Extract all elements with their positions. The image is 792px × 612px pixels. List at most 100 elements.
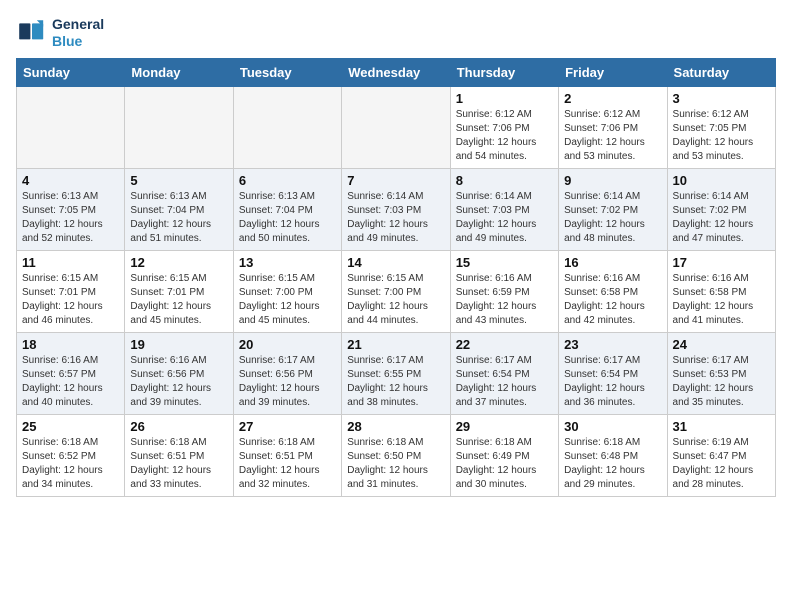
calendar-cell: 14 Sunrise: 6:15 AM Sunset: 7:00 PM Dayli… — [342, 250, 450, 332]
calendar-cell: 28 Sunrise: 6:18 AM Sunset: 6:50 PM Dayli… — [342, 414, 450, 496]
day-header-wednesday: Wednesday — [342, 58, 450, 86]
calendar-cell: 17Sunrise: 6:16 AM Sunset: 6:58 PM Dayli… — [667, 250, 775, 332]
calendar-header-row: SundayMondayTuesdayWednesdayThursdayFrid… — [17, 58, 776, 86]
day-number: 6 — [239, 173, 336, 188]
calendar-cell: 3 Sunrise: 6:12 AM Sunset: 7:05 PM Daylig… — [667, 86, 775, 168]
day-number: 23 — [564, 337, 661, 352]
day-info: Sunrise: 6:17 AM Sunset: 6:54 PM Dayligh… — [564, 354, 661, 410]
logo: General Blue — [16, 16, 104, 50]
day-number: 2 — [564, 91, 661, 106]
calendar-cell — [17, 86, 125, 168]
calendar-cell — [125, 86, 233, 168]
day-info: Sunrise: 6:18 AM Sunset: 6:52 PM Dayligh… — [22, 436, 119, 492]
day-number: 25 — [22, 419, 119, 434]
calendar-cell: 24 Sunrise: 6:17 AM Sunset: 6:53 PM Dayli… — [667, 332, 775, 414]
day-number: 26 — [130, 419, 227, 434]
calendar-cell: 12 Sunrise: 6:15 AM Sunset: 7:01 PM Dayli… — [125, 250, 233, 332]
day-info: Sunrise: 6:12 AM Sunset: 7:05 PM Dayligh… — [673, 108, 770, 164]
day-number: 1 — [456, 91, 553, 106]
day-number: 27 — [239, 419, 336, 434]
day-number: 31 — [673, 419, 770, 434]
day-info: Sunrise: 6:15 AM Sunset: 7:01 PM Dayligh… — [22, 272, 119, 328]
day-info: Sunrise: 6:17 AM Sunset: 6:55 PM Dayligh… — [347, 354, 444, 410]
day-header-tuesday: Tuesday — [233, 58, 341, 86]
day-info: Sunrise: 6:15 AM Sunset: 7:00 PM Dayligh… — [347, 272, 444, 328]
day-number: 18 — [22, 337, 119, 352]
calendar-cell — [233, 86, 341, 168]
day-info: Sunrise: 6:13 AM Sunset: 7:04 PM Dayligh… — [130, 190, 227, 246]
calendar-cell: 16 Sunrise: 6:16 AM Sunset: 6:58 PM Dayli… — [559, 250, 667, 332]
day-number: 30 — [564, 419, 661, 434]
logo-text: General Blue — [52, 16, 104, 50]
logo-icon — [16, 17, 48, 49]
day-number: 16 — [564, 255, 661, 270]
day-info: Sunrise: 6:18 AM Sunset: 6:50 PM Dayligh… — [347, 436, 444, 492]
day-info: Sunrise: 6:18 AM Sunset: 6:51 PM Dayligh… — [130, 436, 227, 492]
day-info: Sunrise: 6:15 AM Sunset: 7:01 PM Dayligh… — [130, 272, 227, 328]
calendar-week-row: 18 Sunrise: 6:16 AM Sunset: 6:57 PM Dayli… — [17, 332, 776, 414]
day-info: Sunrise: 6:17 AM Sunset: 6:54 PM Dayligh… — [456, 354, 553, 410]
calendar-cell: 11 Sunrise: 6:15 AM Sunset: 7:01 PM Dayli… — [17, 250, 125, 332]
day-number: 11 — [22, 255, 119, 270]
calendar-week-row: 4 Sunrise: 6:13 AM Sunset: 7:05 PM Daylig… — [17, 168, 776, 250]
calendar-cell: 1 Sunrise: 6:12 AM Sunset: 7:06 PM Daylig… — [450, 86, 558, 168]
day-info: Sunrise: 6:16 AM Sunset: 6:58 PM Dayligh… — [564, 272, 661, 328]
day-number: 15 — [456, 255, 553, 270]
day-info: Sunrise: 6:14 AM Sunset: 7:03 PM Dayligh… — [347, 190, 444, 246]
page-header: General Blue — [16, 16, 776, 50]
calendar-cell: 8Sunrise: 6:14 AM Sunset: 7:03 PM Daylig… — [450, 168, 558, 250]
calendar-table: SundayMondayTuesdayWednesdayThursdayFrid… — [16, 58, 776, 497]
calendar-week-row: 11 Sunrise: 6:15 AM Sunset: 7:01 PM Dayli… — [17, 250, 776, 332]
calendar-cell: 13Sunrise: 6:15 AM Sunset: 7:00 PM Dayli… — [233, 250, 341, 332]
calendar-cell: 15 Sunrise: 6:16 AM Sunset: 6:59 PM Dayli… — [450, 250, 558, 332]
calendar-cell: 5 Sunrise: 6:13 AM Sunset: 7:04 PM Daylig… — [125, 168, 233, 250]
day-number: 12 — [130, 255, 227, 270]
day-info: Sunrise: 6:17 AM Sunset: 6:53 PM Dayligh… — [673, 354, 770, 410]
day-number: 14 — [347, 255, 444, 270]
day-number: 4 — [22, 173, 119, 188]
day-info: Sunrise: 6:16 AM Sunset: 6:59 PM Dayligh… — [456, 272, 553, 328]
calendar-cell: 9Sunrise: 6:14 AM Sunset: 7:02 PM Daylig… — [559, 168, 667, 250]
day-number: 7 — [347, 173, 444, 188]
day-info: Sunrise: 6:15 AM Sunset: 7:00 PM Dayligh… — [239, 272, 336, 328]
day-header-friday: Friday — [559, 58, 667, 86]
day-info: Sunrise: 6:14 AM Sunset: 7:03 PM Dayligh… — [456, 190, 553, 246]
calendar-cell: 4 Sunrise: 6:13 AM Sunset: 7:05 PM Daylig… — [17, 168, 125, 250]
day-number: 28 — [347, 419, 444, 434]
day-info: Sunrise: 6:16 AM Sunset: 6:58 PM Dayligh… — [673, 272, 770, 328]
calendar-cell: 25 Sunrise: 6:18 AM Sunset: 6:52 PM Dayli… — [17, 414, 125, 496]
calendar-cell: 19Sunrise: 6:16 AM Sunset: 6:56 PM Dayli… — [125, 332, 233, 414]
day-header-saturday: Saturday — [667, 58, 775, 86]
calendar-week-row: 1 Sunrise: 6:12 AM Sunset: 7:06 PM Daylig… — [17, 86, 776, 168]
day-info: Sunrise: 6:13 AM Sunset: 7:04 PM Dayligh… — [239, 190, 336, 246]
day-info: Sunrise: 6:19 AM Sunset: 6:47 PM Dayligh… — [673, 436, 770, 492]
day-header-monday: Monday — [125, 58, 233, 86]
calendar-cell: 10 Sunrise: 6:14 AM Sunset: 7:02 PM Dayli… — [667, 168, 775, 250]
day-info: Sunrise: 6:18 AM Sunset: 6:51 PM Dayligh… — [239, 436, 336, 492]
day-header-thursday: Thursday — [450, 58, 558, 86]
calendar-cell: 29Sunrise: 6:18 AM Sunset: 6:49 PM Dayli… — [450, 414, 558, 496]
calendar-week-row: 25 Sunrise: 6:18 AM Sunset: 6:52 PM Dayli… — [17, 414, 776, 496]
calendar-cell: 30 Sunrise: 6:18 AM Sunset: 6:48 PM Dayli… — [559, 414, 667, 496]
day-number: 9 — [564, 173, 661, 188]
day-number: 10 — [673, 173, 770, 188]
day-number: 21 — [347, 337, 444, 352]
day-number: 24 — [673, 337, 770, 352]
day-info: Sunrise: 6:12 AM Sunset: 7:06 PM Dayligh… — [456, 108, 553, 164]
day-info: Sunrise: 6:16 AM Sunset: 6:56 PM Dayligh… — [130, 354, 227, 410]
day-number: 3 — [673, 91, 770, 106]
day-number: 5 — [130, 173, 227, 188]
day-info: Sunrise: 6:16 AM Sunset: 6:57 PM Dayligh… — [22, 354, 119, 410]
calendar-cell: 7 Sunrise: 6:14 AM Sunset: 7:03 PM Daylig… — [342, 168, 450, 250]
calendar-cell: 6 Sunrise: 6:13 AM Sunset: 7:04 PM Daylig… — [233, 168, 341, 250]
calendar-cell: 21 Sunrise: 6:17 AM Sunset: 6:55 PM Dayli… — [342, 332, 450, 414]
day-info: Sunrise: 6:18 AM Sunset: 6:48 PM Dayligh… — [564, 436, 661, 492]
calendar-cell: 20Sunrise: 6:17 AM Sunset: 6:56 PM Dayli… — [233, 332, 341, 414]
calendar-cell: 18 Sunrise: 6:16 AM Sunset: 6:57 PM Dayli… — [17, 332, 125, 414]
calendar-cell: 2Sunrise: 6:12 AM Sunset: 7:06 PM Daylig… — [559, 86, 667, 168]
day-info: Sunrise: 6:14 AM Sunset: 7:02 PM Dayligh… — [673, 190, 770, 246]
day-info: Sunrise: 6:13 AM Sunset: 7:05 PM Dayligh… — [22, 190, 119, 246]
day-number: 20 — [239, 337, 336, 352]
day-info: Sunrise: 6:18 AM Sunset: 6:49 PM Dayligh… — [456, 436, 553, 492]
day-number: 22 — [456, 337, 553, 352]
